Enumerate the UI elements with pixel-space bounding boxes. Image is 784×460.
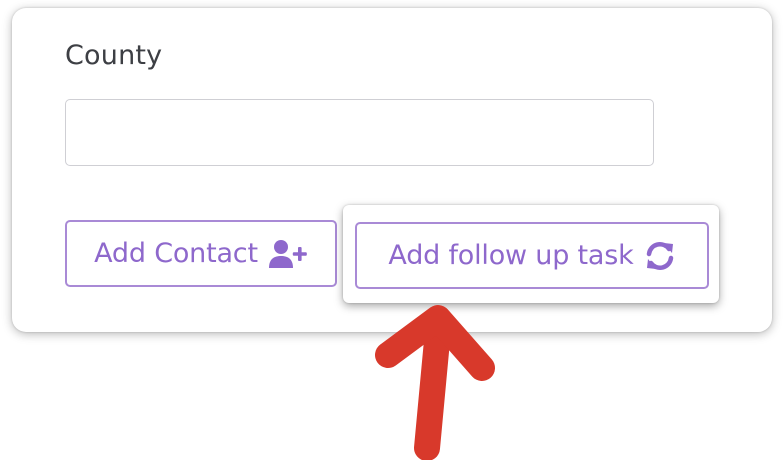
add-follow-up-task-label: Add follow up task [388, 240, 634, 271]
county-label: County [65, 40, 163, 71]
screenshot-stage: County Add Contact Add follow up task [0, 0, 784, 460]
sync-icon [644, 240, 676, 272]
user-plus-icon [268, 238, 308, 270]
add-contact-label: Add Contact [94, 238, 258, 269]
add-follow-up-task-button[interactable]: Add follow up task [355, 222, 709, 289]
add-contact-button[interactable]: Add Contact [65, 220, 337, 287]
annotation-arrow-icon [375, 305, 495, 460]
county-input[interactable] [65, 99, 654, 166]
